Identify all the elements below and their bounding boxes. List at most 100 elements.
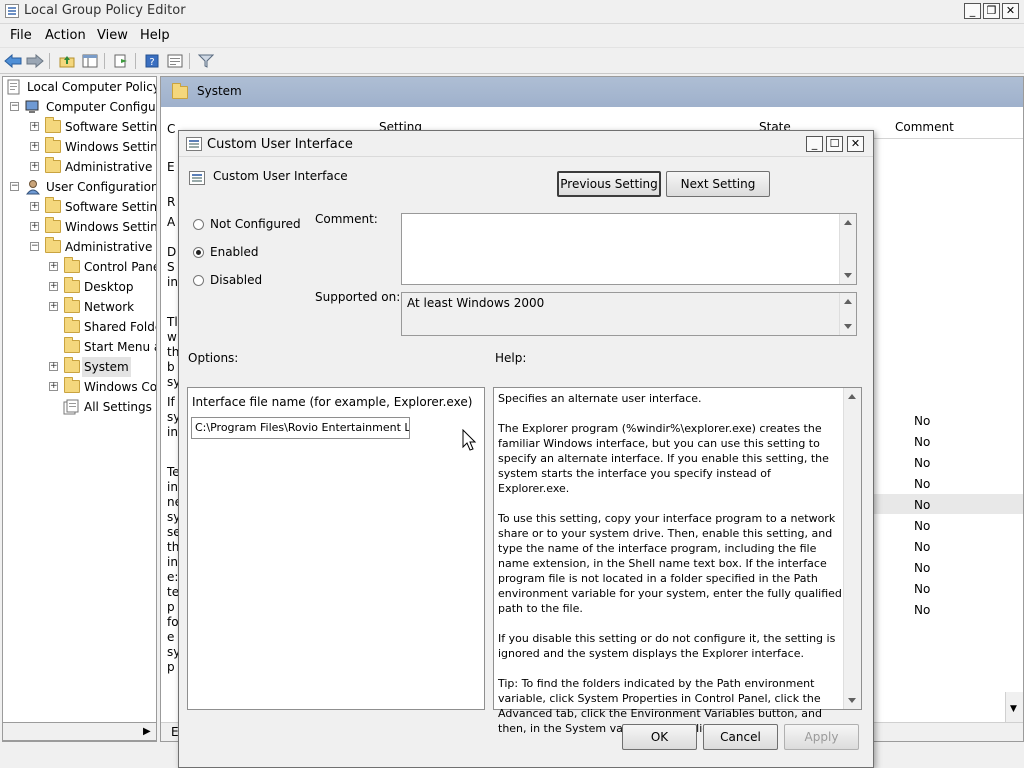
radio-not-configured-label[interactable]: Not Configured <box>210 217 301 231</box>
scroll-down-arrow-icon[interactable] <box>844 324 852 329</box>
scroll-right-arrow-icon[interactable]: ▶ <box>143 726 151 737</box>
window-title: Local Group Policy Editor <box>24 3 186 18</box>
minimize-button[interactable]: _ <box>964 3 981 19</box>
folder-icon <box>64 357 80 373</box>
dialog-maximize-button[interactable]: ☐ <box>826 136 843 152</box>
menu-help[interactable]: Help <box>140 28 170 43</box>
comment-cell[interactable]: No <box>914 456 930 470</box>
radio-enabled[interactable] <box>193 247 204 258</box>
toolbar-separator <box>104 53 105 69</box>
tree-item-label: Start Menu ar <box>84 340 156 354</box>
description-fragment: e <box>167 630 175 644</box>
description-fragment: fo <box>167 615 179 629</box>
scroll-down-arrow-icon[interactable] <box>844 273 852 278</box>
radio-disabled[interactable] <box>193 275 204 286</box>
scroll-up-arrow-icon[interactable] <box>844 220 852 225</box>
up-one-level-button[interactable] <box>57 52 77 70</box>
collapse-icon[interactable]: − <box>30 242 39 251</box>
scroll-down-arrow-icon[interactable]: ▼ <box>1010 704 1017 714</box>
supported-scrollbar[interactable] <box>839 293 856 335</box>
menu-file[interactable]: File <box>10 28 32 43</box>
tree-item-label: Administrative Te <box>65 240 156 254</box>
folder-icon <box>64 377 80 393</box>
dialog-close-button[interactable]: ✕ <box>847 136 864 152</box>
supported-on-label: Supported on: <box>315 290 401 304</box>
dialog-minimize-button[interactable]: _ <box>806 136 823 152</box>
collapse-icon[interactable]: − <box>10 102 19 111</box>
help-paragraph: The Explorer program (%windir%\explorer.… <box>498 422 829 495</box>
export-list-icon <box>114 54 127 68</box>
svg-text:?: ? <box>149 57 154 68</box>
show-hide-tree-button[interactable] <box>80 52 100 70</box>
properties-button[interactable] <box>165 52 185 70</box>
comment-scrollbar[interactable] <box>839 214 856 284</box>
cancel-button[interactable]: Cancel <box>703 724 778 750</box>
user-icon <box>25 180 41 195</box>
close-window-button[interactable]: ✕ <box>1002 3 1019 19</box>
menu-bar: File Action View Help <box>0 24 1024 46</box>
apply-button[interactable]: Apply <box>784 724 859 750</box>
menu-action[interactable]: Action <box>45 28 86 43</box>
mouse-cursor-icon <box>462 429 477 451</box>
expand-icon[interactable]: + <box>49 262 58 271</box>
export-list-button[interactable] <box>111 52 131 70</box>
tree-item-label: Windows Setting <box>65 140 157 154</box>
tree-horizontal-scrollbar[interactable]: ▶ <box>2 722 157 741</box>
collapse-icon[interactable]: − <box>10 182 19 191</box>
tree-item-label: Computer Configura <box>46 100 157 114</box>
help-icon: ? <box>145 54 159 68</box>
expand-icon[interactable]: + <box>49 282 58 291</box>
comment-cell[interactable]: No <box>914 603 930 617</box>
forward-button[interactable] <box>25 52 45 70</box>
interface-file-name-label: Interface file name (for example, Explor… <box>192 395 473 409</box>
expand-icon[interactable]: + <box>30 202 39 211</box>
help-scrollbar[interactable] <box>843 388 861 709</box>
restore-button[interactable]: ❐ <box>983 3 1000 19</box>
expand-icon[interactable]: + <box>49 362 58 371</box>
expand-icon[interactable]: + <box>49 382 58 391</box>
expand-icon[interactable]: + <box>49 302 58 311</box>
comment-cell[interactable]: No <box>914 435 930 449</box>
comment-cell[interactable]: No <box>914 498 930 512</box>
options-panel: Interface file name (for example, Explor… <box>187 387 485 710</box>
help-button[interactable]: ? <box>142 52 162 70</box>
menu-view[interactable]: View <box>97 28 128 43</box>
previous-setting-button[interactable]: Previous Setting <box>557 171 661 197</box>
comment-cell[interactable]: No <box>914 540 930 554</box>
next-setting-button[interactable]: Next Setting <box>666 171 770 197</box>
tree-item-label: Desktop <box>84 280 134 294</box>
expand-icon[interactable]: + <box>30 162 39 171</box>
comment-cell[interactable]: No <box>914 477 930 491</box>
details-header-title: System <box>197 84 242 98</box>
toolbar-separator <box>189 53 190 69</box>
details-vertical-scrollbar[interactable]: ▼ <box>1005 692 1023 722</box>
expand-icon[interactable]: + <box>30 222 39 231</box>
interface-file-name-input[interactable]: C:\Program Files\Rovio Entertainment Lt <box>191 417 410 439</box>
comment-cell[interactable]: No <box>914 519 930 533</box>
comment-cell[interactable]: No <box>914 414 930 428</box>
folder-icon <box>172 83 188 99</box>
ok-button[interactable]: OK <box>622 724 697 750</box>
filter-button[interactable] <box>196 52 216 70</box>
column-comment[interactable]: Comment <box>895 120 954 134</box>
scroll-up-arrow-icon[interactable] <box>848 394 856 399</box>
folder-icon <box>45 157 61 173</box>
comment-cell[interactable]: No <box>914 561 930 575</box>
radio-disabled-label[interactable]: Disabled <box>210 273 262 287</box>
close-icon: ✕ <box>850 137 861 150</box>
setting-icon <box>186 137 202 151</box>
dialog-titlebar: Custom User Interface _ ☐ ✕ <box>179 131 873 157</box>
description-fragment: E <box>167 160 175 174</box>
comment-cell[interactable]: No <box>914 582 930 596</box>
expand-icon[interactable]: + <box>30 142 39 151</box>
comment-textarea[interactable] <box>401 213 857 285</box>
radio-enabled-label[interactable]: Enabled <box>210 245 259 259</box>
scroll-up-arrow-icon[interactable] <box>844 299 852 304</box>
description-fragment: D <box>167 245 177 259</box>
expand-icon[interactable]: + <box>30 122 39 131</box>
description-fragment: S <box>167 260 175 274</box>
scroll-down-arrow-icon[interactable] <box>848 698 856 703</box>
radio-not-configured[interactable] <box>193 219 204 230</box>
toolbar-separator <box>135 53 136 69</box>
back-button[interactable] <box>3 52 23 70</box>
